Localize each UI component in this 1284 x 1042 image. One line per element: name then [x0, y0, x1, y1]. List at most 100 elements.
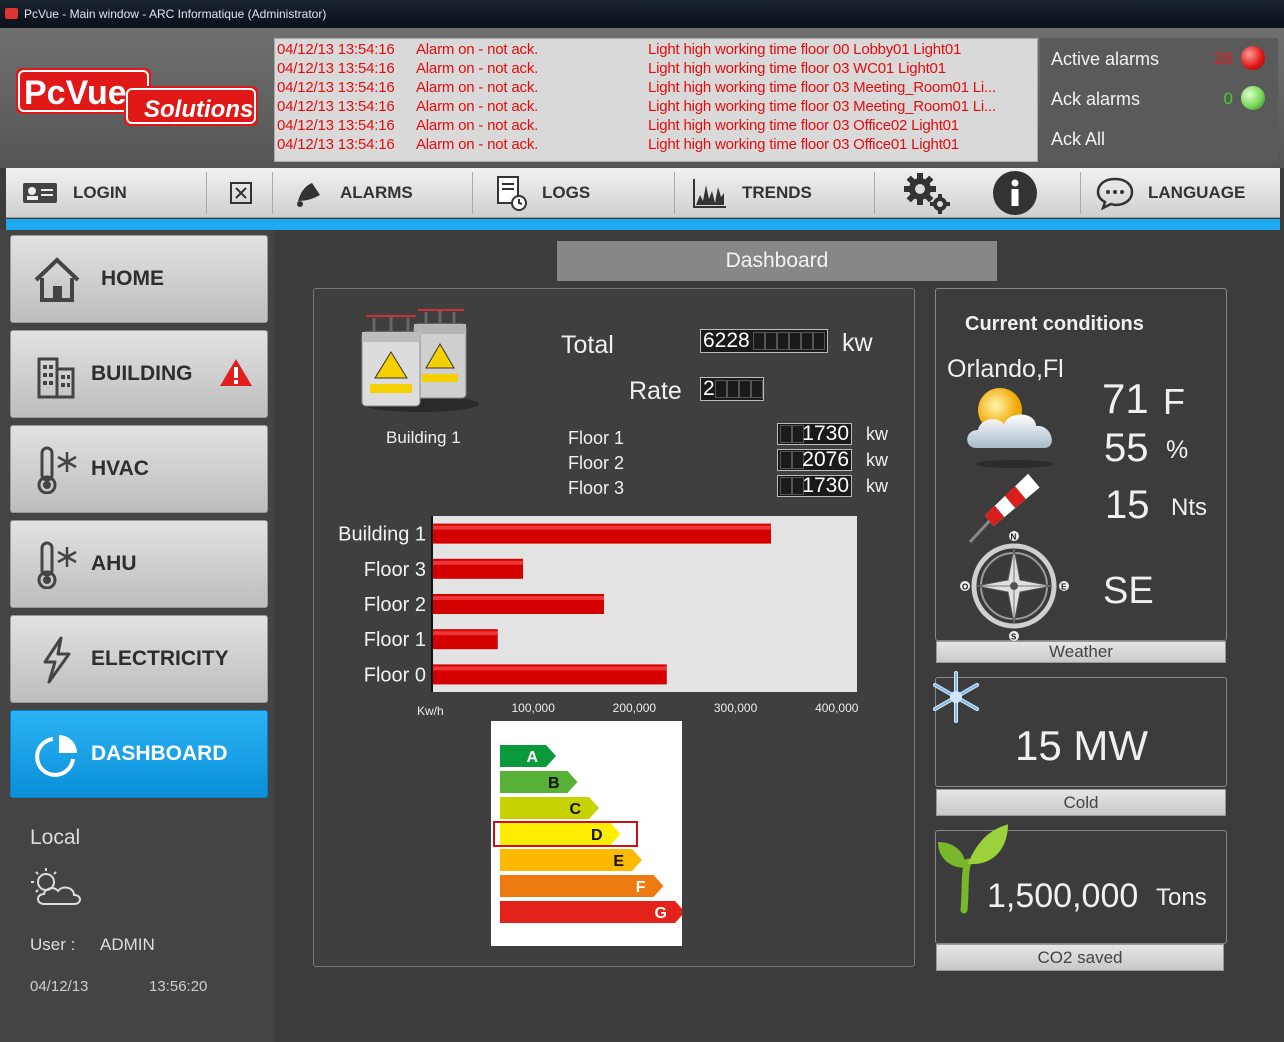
login-label: LOGIN: [73, 183, 127, 202]
building-label: Building 1: [386, 428, 461, 447]
weather-city: Orlando,Fl: [947, 355, 1064, 383]
x-tick-label: 100,000: [511, 701, 555, 715]
floor-value-display: 2076: [777, 449, 852, 471]
energy-class-label: C: [569, 801, 581, 818]
login-button[interactable]: LOGIN: [22, 168, 127, 218]
floor-unit: kw: [866, 476, 888, 496]
alarm-time: 04/12/13 13:54:16: [277, 136, 395, 153]
floor-value-display: 1730: [777, 475, 852, 497]
floor-value: 2076: [802, 449, 849, 471]
cold-value: 15 MW: [1015, 722, 1149, 769]
divider: [472, 172, 473, 214]
co2-unit: Tons: [1156, 884, 1207, 911]
active-alarms-count: 28: [1214, 49, 1233, 68]
trends-button[interactable]: TRENDS: [692, 168, 812, 218]
language-button[interactable]: LANGUAGE: [1096, 168, 1245, 218]
logout-button[interactable]: [230, 168, 252, 218]
logs-label: LOGS: [542, 183, 591, 202]
category-label: Building 1: [338, 524, 426, 546]
total-unit: kw: [842, 329, 873, 357]
transformer-icon: [361, 309, 479, 412]
active-alarms-label: Active alarms: [1051, 49, 1160, 69]
ack-alarms-count: 0: [1223, 89, 1233, 108]
language-label: LANGUAGE: [1148, 183, 1246, 202]
energy-class-c: [500, 797, 599, 819]
sidebar-item-label: BUILDING: [91, 362, 193, 385]
sidebar-item-label: HVAC: [91, 457, 149, 480]
settings-button[interactable]: [902, 168, 956, 218]
alarm-text: Light high working time floor 03 Office0…: [648, 117, 959, 134]
trends-label: TRENDS: [742, 183, 812, 202]
alarm-state: Alarm on - not ack.: [416, 117, 539, 134]
dashboard-icon: [35, 735, 77, 777]
bar-highlight: [433, 525, 771, 530]
total-value-display: 6228: [700, 329, 828, 353]
floor-label: Floor 2: [568, 453, 625, 473]
cold-caption: Cold: [936, 789, 1226, 816]
energy-class-label: A: [526, 749, 538, 766]
alarm-time: 04/12/13 13:54:16: [277, 98, 395, 115]
divider: [874, 172, 875, 214]
humidity-unit: %: [1166, 436, 1189, 464]
toolbar: LOGIN ALARMS LOGS TRENDS LANGUAGE: [6, 168, 1280, 218]
total-value: 6228: [703, 329, 750, 352]
sidebar-item-home[interactable]: HOME: [10, 235, 268, 323]
compass-icon: N S E O: [960, 531, 1069, 642]
sidebar-item-electricity[interactable]: ELECTRICITY: [10, 615, 268, 703]
energy-class-label: E: [613, 853, 624, 870]
sidebar-item-building[interactable]: BUILDING: [10, 330, 268, 418]
page-title: Dashboard: [557, 241, 997, 281]
energy-class-label: D: [591, 827, 603, 844]
gear-icon: [904, 173, 950, 214]
wind-direction: SE: [1103, 570, 1154, 612]
energy-class-label: B: [548, 775, 560, 792]
partly-cloudy-icon: [967, 388, 1054, 468]
alarm-list[interactable]: 04/12/13 13:54:16 Alarm on - not ack. Ligh…: [274, 38, 1038, 162]
alarm-time: 04/12/13 13:54:16: [277, 60, 395, 77]
lightning-icon: [43, 636, 71, 684]
sidebar-item-dashboard[interactable]: DASHBOARD: [10, 710, 268, 798]
rate-value: 2: [703, 377, 715, 400]
co2-caption: CO2 saved: [936, 944, 1224, 971]
logs-button[interactable]: LOGS: [496, 168, 590, 218]
category-label: Floor 1: [364, 629, 426, 651]
divider: [206, 172, 207, 214]
ack-all-button[interactable]: Ack All: [1051, 129, 1105, 150]
pcvue-logo: PcVue Solutions: [16, 68, 259, 128]
info-button[interactable]: [992, 168, 1038, 218]
user-name: ADMIN: [100, 935, 155, 954]
floor-value: 1730: [802, 475, 849, 497]
user-card-icon: [23, 183, 57, 203]
alarm-state: Alarm on - not ack.: [416, 60, 539, 77]
active-alarm-led-icon: [1241, 46, 1265, 70]
energy-class-label: F: [636, 879, 646, 896]
bell-icon: [297, 183, 320, 207]
divider: [1080, 172, 1081, 214]
sidebar-item-label: ELECTRICITY: [91, 647, 229, 670]
bar-highlight: [433, 560, 524, 565]
category-label: Floor 3: [364, 559, 426, 581]
temperature-unit: F: [1163, 381, 1185, 422]
humidity-value: 55: [1104, 426, 1149, 470]
divider: [272, 172, 273, 214]
alarm-text: Light high working time floor 03 Meeting…: [648, 79, 996, 96]
sidebar-item-label: HOME: [101, 267, 164, 290]
alarms-label: ALARMS: [340, 183, 413, 202]
location-label: Local: [30, 826, 81, 849]
sidebar-item-hvac[interactable]: HVAC: [10, 425, 268, 513]
x-tick-label: 300,000: [714, 701, 758, 715]
window-title: PcVue - Main window - ARC Informatique (…: [24, 7, 327, 21]
speech-bubble-icon: [1096, 177, 1134, 210]
rate-label: Rate: [629, 377, 682, 405]
energy-rating-card: ABCDEFG: [491, 721, 685, 946]
category-label: Floor 0: [364, 664, 426, 686]
alarms-button[interactable]: ALARMS: [292, 168, 413, 218]
floor-label: Floor 1: [568, 428, 625, 448]
alarm-state: Alarm on - not ack.: [416, 136, 539, 153]
rate-value-display: 2: [700, 377, 764, 401]
app-icon: [5, 8, 18, 19]
x-tick-label: 200,000: [613, 701, 657, 715]
sidebar-item-label: AHU: [91, 552, 137, 575]
sidebar-item-ahu[interactable]: AHU: [10, 520, 268, 608]
log-document-icon: [497, 176, 527, 211]
